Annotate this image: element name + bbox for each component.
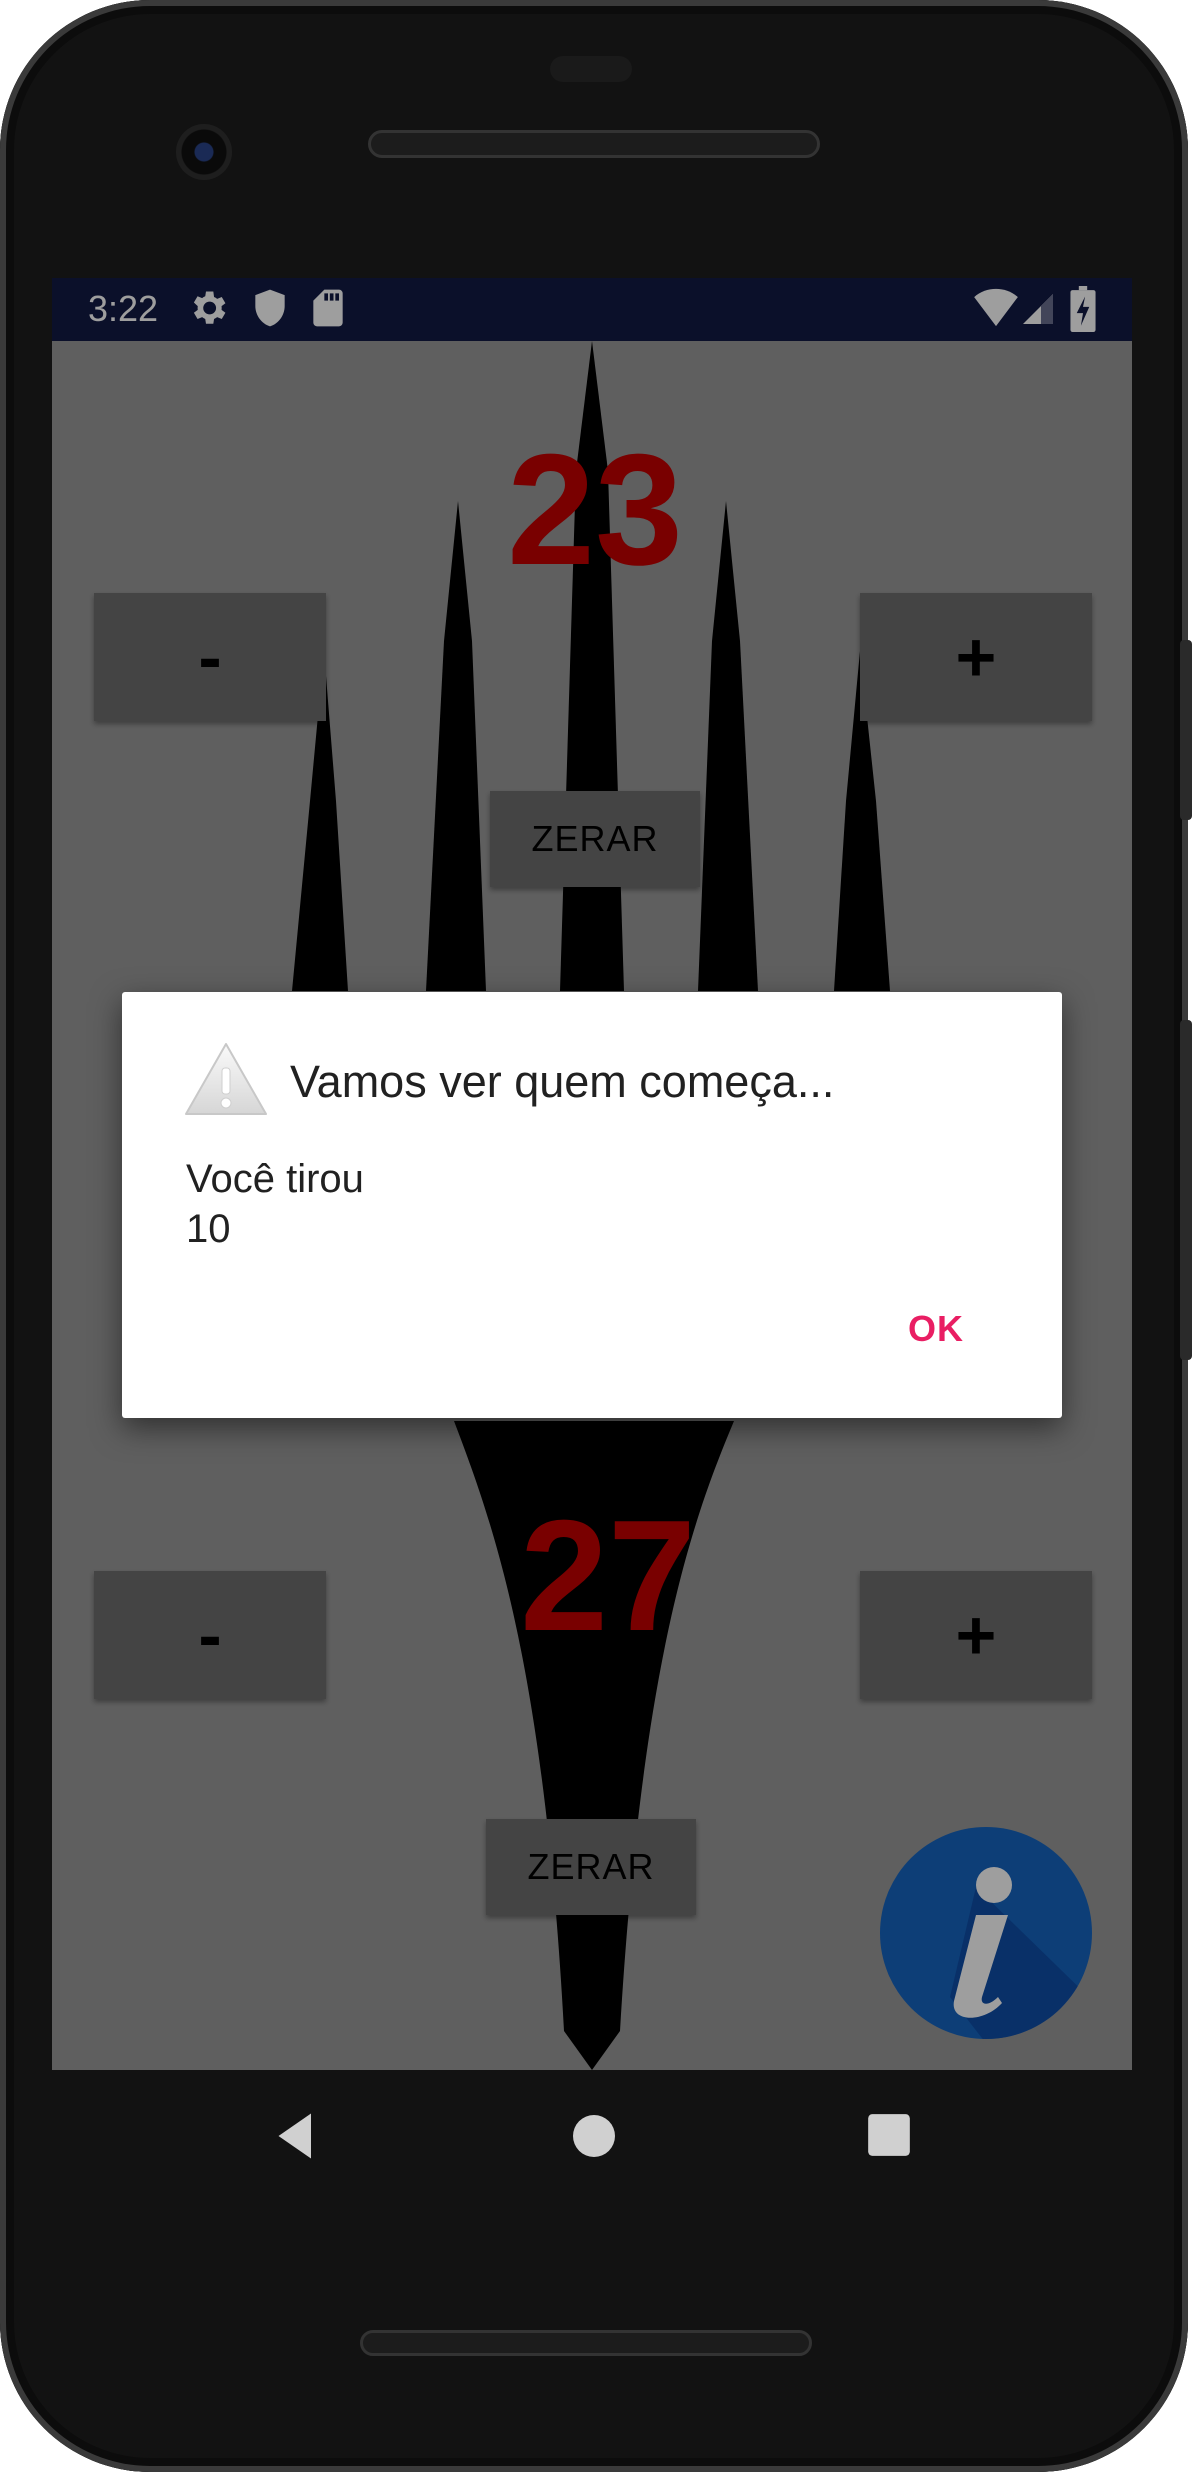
dialog-title: Vamos ver quem começa... <box>290 1056 835 1107</box>
home-icon[interactable] <box>566 2108 622 2164</box>
recents-icon[interactable] <box>864 2110 914 2160</box>
warning-icon <box>185 1043 267 1115</box>
ok-button[interactable]: OK <box>908 1308 964 1350</box>
bottom-speaker-grille <box>360 2330 812 2356</box>
earpiece <box>550 56 632 82</box>
volume-button <box>1180 640 1192 820</box>
power-button <box>1180 1020 1192 1360</box>
dialog-message: Você tirou 10 <box>186 1157 364 1251</box>
alert-dialog: Vamos ver quem começa... Você tirou 10 O… <box>122 992 1062 1418</box>
front-camera <box>176 124 232 180</box>
top-speaker-grille <box>368 130 820 158</box>
back-icon[interactable] <box>266 2106 326 2166</box>
screen: 3:22 23 - + ZERAR 27 - + ZERAR Vamos ver… <box>52 278 1132 2070</box>
navigation-bar <box>52 2070 1132 2200</box>
